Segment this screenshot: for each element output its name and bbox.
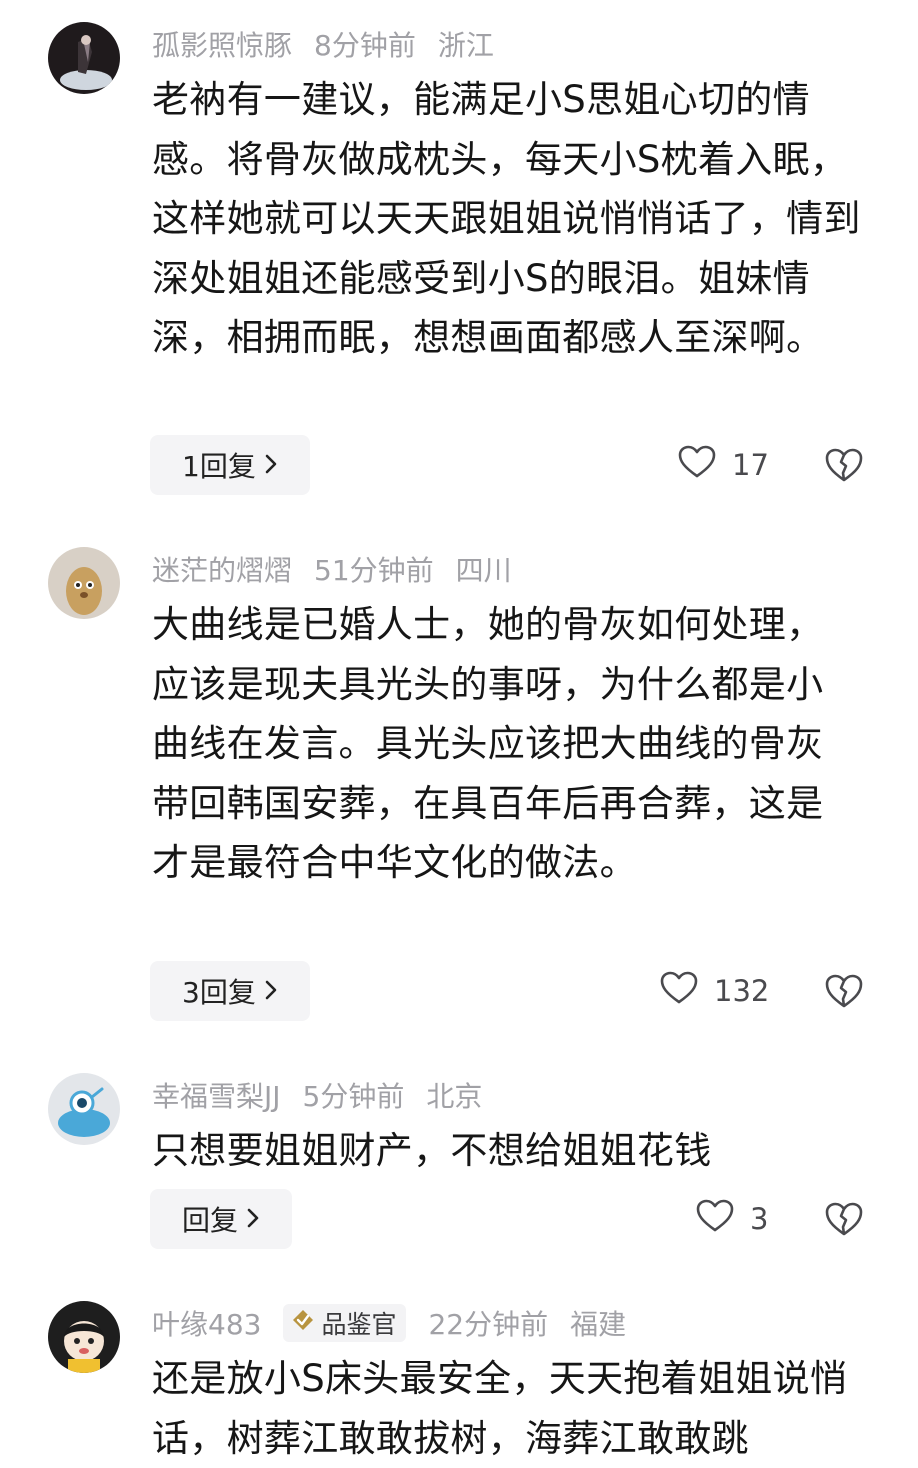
timestamp: 22分钟前 bbox=[428, 1308, 549, 1341]
chevron-right-icon bbox=[264, 975, 278, 1008]
like-button[interactable]: 17 bbox=[678, 435, 769, 495]
reply-count-label: 3回复 bbox=[182, 976, 256, 1009]
reply-button[interactable]: 回复 bbox=[150, 1189, 292, 1249]
broken-heart-icon bbox=[824, 448, 864, 487]
user-avatar[interactable] bbox=[48, 1073, 120, 1145]
like-button[interactable]: 3 bbox=[696, 1189, 768, 1249]
comment-meta: 幸福雪梨JJ 5分钟前 北京 bbox=[152, 1075, 482, 1115]
username[interactable]: 孤影照惊豚 bbox=[152, 24, 292, 64]
view-replies-button[interactable]: 1回复 bbox=[150, 435, 310, 495]
comment-meta: 孤影照惊豚 8分钟前 浙江 bbox=[152, 24, 494, 64]
reply-count-label: 1回复 bbox=[182, 450, 256, 483]
gold-diamond-badge-icon bbox=[291, 1308, 321, 1338]
chevron-right-icon bbox=[264, 449, 278, 482]
username[interactable]: 叶缘483 bbox=[152, 1303, 261, 1343]
comment-text: 大曲线是已婚人士，她的骨灰如何处理，应该是现夫具光头的事呀，为什么都是小曲线在发… bbox=[152, 603, 824, 884]
heart-outline-icon bbox=[660, 971, 714, 1012]
timestamp: 8分钟前 bbox=[314, 29, 416, 62]
location: 北京 bbox=[426, 1080, 483, 1113]
like-count: 3 bbox=[750, 1202, 769, 1236]
user-avatar[interactable] bbox=[48, 547, 120, 619]
timestamp: 51分钟前 bbox=[314, 554, 434, 587]
comment-text: 还是放小S床头最安全，天天抱着姐姐说悄话，树葬江敢敢拔树，海葬江敢敢跳 bbox=[152, 1357, 848, 1460]
view-replies-button[interactable]: 3回复 bbox=[150, 961, 310, 1021]
location: 四川 bbox=[455, 554, 512, 587]
dislike-button[interactable] bbox=[824, 973, 864, 1013]
location: 浙江 bbox=[437, 29, 494, 62]
comment-meta: 迷茫的熠熠 51分钟前 四川 bbox=[152, 549, 512, 589]
username[interactable]: 迷茫的熠熠 bbox=[152, 549, 292, 589]
comment-text: 老衲有一建议，能满足小S思姐心切的情感。将骨灰做成枕头，每天小S枕着入眠，这样她… bbox=[152, 78, 861, 359]
heart-outline-icon bbox=[678, 445, 732, 486]
like-button[interactable]: 132 bbox=[660, 961, 769, 1021]
timestamp: 5分钟前 bbox=[302, 1080, 405, 1113]
chevron-right-icon bbox=[246, 1203, 260, 1236]
heart-outline-icon bbox=[696, 1199, 750, 1240]
user-badge[interactable]: 品鉴官 bbox=[283, 1304, 407, 1342]
broken-heart-icon bbox=[824, 974, 864, 1013]
user-avatar[interactable] bbox=[48, 22, 120, 94]
user-avatar[interactable] bbox=[48, 1301, 120, 1373]
like-count: 17 bbox=[732, 448, 769, 482]
comment-meta: 叶缘483 品鉴官 22分钟前 福建 bbox=[152, 1303, 626, 1343]
location: 福建 bbox=[570, 1308, 627, 1341]
like-count: 132 bbox=[714, 974, 770, 1008]
dislike-button[interactable] bbox=[824, 447, 864, 487]
username[interactable]: 幸福雪梨JJ bbox=[152, 1075, 281, 1115]
broken-heart-icon bbox=[824, 1202, 864, 1241]
badge-label: 品鉴官 bbox=[321, 1310, 397, 1339]
comment-text: 只想要姐姐财产，不想给姐姐花钱 bbox=[152, 1129, 712, 1172]
reply-label: 回复 bbox=[182, 1204, 239, 1237]
dislike-button[interactable] bbox=[824, 1201, 864, 1241]
